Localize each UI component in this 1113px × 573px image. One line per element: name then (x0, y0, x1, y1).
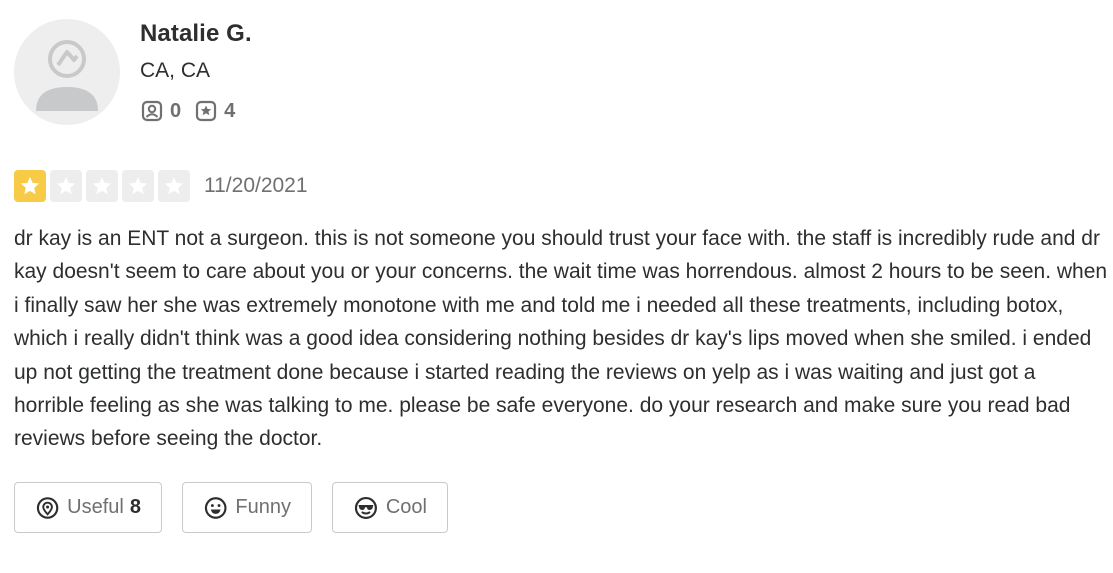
star-icon (92, 176, 112, 195)
star-empty (158, 170, 190, 202)
star-icon (20, 176, 40, 195)
star-empty (122, 170, 154, 202)
star-rating (14, 170, 194, 202)
user-stats: 0 4 (141, 97, 235, 125)
cool-button[interactable]: Cool (332, 482, 448, 533)
user-location: CA, CA (140, 59, 211, 82)
star-badge-icon (196, 100, 217, 122)
star-filled (14, 170, 46, 202)
useful-label: Useful (67, 496, 124, 518)
friends-stat: 0 (141, 100, 181, 123)
funny-label: Funny (235, 496, 291, 518)
reviews-stat: 4 (195, 100, 235, 123)
reaction-buttons: Useful 8 Funny Cool (14, 482, 448, 533)
friends-icon (141, 100, 163, 122)
star-icon (164, 176, 184, 195)
user-name[interactable]: Natalie G. (140, 20, 252, 48)
lightbulb-pin-icon (36, 496, 59, 519)
friends-count: 0 (170, 99, 182, 122)
reviews-count: 4 (224, 99, 236, 122)
user-avatar[interactable] (14, 19, 120, 125)
review-text: dr kay is an ENT not a surgeon. this is … (14, 227, 1108, 451)
sunglasses-face-icon (354, 496, 377, 519)
review-date: 11/20/2021 (204, 174, 308, 197)
star-icon (56, 176, 76, 195)
star-empty (50, 170, 82, 202)
review-card: Natalie G. CA, CA 0 4 11/20/2021 dr kay … (0, 0, 1113, 573)
star-empty (86, 170, 118, 202)
rating-row: 11/20/2021 (14, 170, 308, 202)
cool-label: Cool (385, 496, 427, 518)
smiley-icon (204, 496, 227, 519)
useful-button[interactable]: Useful 8 (14, 482, 162, 533)
default-avatar-icon (36, 40, 98, 111)
star-icon (128, 176, 148, 195)
useful-count: 8 (129, 496, 141, 518)
funny-button[interactable]: Funny (182, 482, 312, 533)
